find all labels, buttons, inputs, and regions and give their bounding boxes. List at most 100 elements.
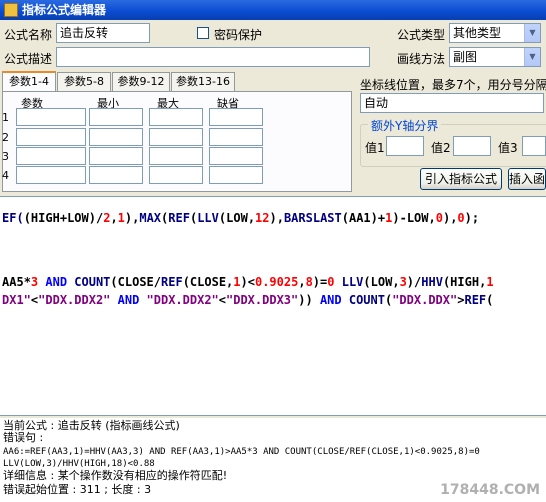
code-token: LOW xyxy=(406,211,429,225)
draw-method-select[interactable]: 副图 ▼ xyxy=(449,47,541,67)
code-token: ( xyxy=(182,275,190,289)
row-number: 3 xyxy=(2,150,9,163)
row-number: 2 xyxy=(2,131,9,144)
code-token: "DDX.DDX2" xyxy=(146,293,219,307)
param-max-input-2[interactable] xyxy=(149,128,203,146)
coord-lines-label: 坐标线位置，最多7个，用分号分隔 xyxy=(360,78,546,92)
code-token: / xyxy=(153,275,161,289)
param-default-input-2[interactable] xyxy=(209,128,263,146)
code-token: LOW xyxy=(67,211,89,225)
code-token: 1 xyxy=(486,275,494,289)
code-editor[interactable]: EF((HIGH+LOW)/2,1),MAX(REF(LLV(LOW,12),B… xyxy=(0,196,546,416)
extra-y-axis-label: 额外Y轴分界 xyxy=(368,117,442,134)
code-token: ( xyxy=(110,275,118,289)
code-token: COUNT xyxy=(348,293,385,307)
code-token: LOW xyxy=(370,275,393,289)
param-name-input-2[interactable] xyxy=(16,128,86,146)
insert-function-button[interactable]: 插入函 xyxy=(508,168,546,190)
param-min-input-4[interactable] xyxy=(89,166,143,184)
row-number: 1 xyxy=(2,111,9,124)
error-detail: 详细信息 : 某个操作数没有相应的操作符匹配! xyxy=(3,469,228,482)
code-token: , xyxy=(428,211,436,225)
code-line: AA5*3 AND COUNT(CLOSE/REF(CLOSE,1)<0.902… xyxy=(2,275,494,289)
code-token: REF xyxy=(168,211,190,225)
code-token: )+ xyxy=(370,211,386,225)
code-line: EF((HIGH+LOW)/2,1),MAX(REF(LLV(LOW,12),B… xyxy=(2,211,479,225)
param-name-input-4[interactable] xyxy=(16,166,86,184)
value2-label: 值2 xyxy=(431,141,451,155)
code-token: )/ xyxy=(88,211,104,225)
import-formula-button[interactable]: 引入指标公式 xyxy=(420,168,502,190)
tab-params-1-4[interactable]: 参数1-4 xyxy=(2,71,56,92)
param-min-input-3[interactable] xyxy=(89,147,143,165)
row-number: 4 xyxy=(2,169,9,182)
code-token: COUNT xyxy=(74,275,111,289)
code-token: ), xyxy=(442,211,458,225)
param-max-input-3[interactable] xyxy=(149,147,203,165)
chevron-down-icon[interactable]: ▼ xyxy=(524,48,540,66)
code-token: ), xyxy=(124,211,140,225)
tab-params-9-12[interactable]: 参数9-12 xyxy=(112,72,170,91)
value2-input[interactable] xyxy=(453,136,491,156)
value1-input[interactable] xyxy=(386,136,424,156)
window-title: 指标公式编辑器 xyxy=(22,3,107,17)
value3-input[interactable] xyxy=(522,136,546,156)
code-line: DX1"<"DDX.DDX2" AND "DDX.DDX2"<"DDX.DDX3… xyxy=(2,293,493,307)
watermark: 178448.COM xyxy=(440,482,540,498)
app-icon xyxy=(4,3,18,17)
code-token: < xyxy=(218,293,226,307)
code-token: CLOSE xyxy=(117,275,154,289)
code-token: AA5 xyxy=(2,275,24,289)
code-token: * xyxy=(23,275,31,289)
coord-lines-input[interactable]: 自动 xyxy=(360,93,544,113)
code-token: HHV xyxy=(421,275,443,289)
formula-desc-input[interactable] xyxy=(56,47,370,67)
code-token: )) xyxy=(298,293,320,307)
param-min-input-2[interactable] xyxy=(89,128,143,146)
tab-params-13-16[interactable]: 参数13-16 xyxy=(171,72,235,91)
tab-params-5-8[interactable]: 参数5-8 xyxy=(57,72,111,91)
param-name-input-3[interactable] xyxy=(16,147,86,165)
code-token: AND xyxy=(38,275,75,289)
password-label: 密码保护 xyxy=(214,28,263,42)
code-token: EF( xyxy=(2,211,24,225)
param-max-input-1[interactable] xyxy=(149,108,203,126)
code-token: + xyxy=(59,211,68,225)
draw-method-label: 画线方法 xyxy=(397,52,446,66)
formula-name-input[interactable]: 追击反转 xyxy=(56,23,150,43)
code-token: LOW xyxy=(226,211,248,225)
param-default-input-1[interactable] xyxy=(209,108,263,126)
param-min-input-1[interactable] xyxy=(89,108,143,126)
code-token: )/ xyxy=(406,275,422,289)
error-text-1: AA6:=REF(AA3,1)=HHV(AA3,3) AND REF(AA3,1… xyxy=(3,447,480,457)
param-default-input-4[interactable] xyxy=(209,166,263,184)
code-token: HIGH xyxy=(30,211,60,225)
param-max-input-4[interactable] xyxy=(149,166,203,184)
code-token: LLV xyxy=(341,275,364,289)
code-token: 0 xyxy=(435,211,443,225)
formula-type-value: 其他类型 xyxy=(453,26,502,40)
code-token: ( xyxy=(341,211,349,225)
code-token: "DDX.DDX2" xyxy=(38,293,111,307)
code-token: , xyxy=(392,275,400,289)
code-token: 1 xyxy=(233,275,241,289)
title-bar[interactable]: 指标公式编辑器 xyxy=(0,0,546,20)
password-checkbox[interactable] xyxy=(197,27,209,39)
code-token: "DDX.DDX3" xyxy=(226,293,299,307)
code-token: 8 xyxy=(305,275,313,289)
error-position: 错误起始位置 : 311 ; 长度 : 3 xyxy=(3,483,152,496)
code-token: REF xyxy=(161,275,183,289)
code-token: MAX xyxy=(139,211,162,225)
chevron-down-icon[interactable]: ▼ xyxy=(524,24,540,42)
formula-type-select[interactable]: 其他类型 ▼ xyxy=(449,23,541,43)
code-token: 0.9025 xyxy=(254,275,299,289)
code-token: ); xyxy=(464,211,480,225)
param-name-input-1[interactable] xyxy=(16,108,86,126)
code-token: REF xyxy=(464,293,487,307)
value1-label: 值1 xyxy=(365,141,385,155)
code-token: 1 xyxy=(117,211,125,225)
code-token: CLOSE xyxy=(189,275,227,289)
params-panel: 参数 最小 最大 缺省 1 2 3 4 xyxy=(2,91,352,192)
param-default-input-3[interactable] xyxy=(209,147,263,165)
